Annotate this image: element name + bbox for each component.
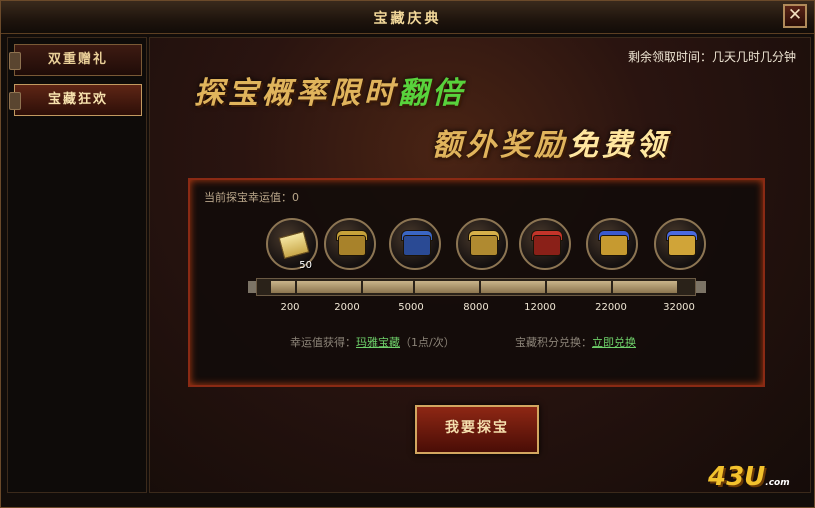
- blue-gold-chest-body: [668, 235, 696, 256]
- sidebar-item-treasure-carnival[interactable]: 宝藏狂欢: [9, 84, 142, 116]
- milestone-label: 5000: [398, 302, 424, 313]
- sidebar-item-double-gift[interactable]: 双重赠礼: [9, 44, 142, 76]
- title-bar: 宝藏庆典 ✕: [1, 1, 814, 34]
- progress-segment: [547, 281, 613, 293]
- luck-gain-info: 幸运值获得：玛雅宝藏（1点/次）: [290, 334, 455, 350]
- slogan-highlight: 免费领: [568, 128, 670, 163]
- tab-knob-icon: [9, 92, 21, 110]
- slogan-text: 探宝概率限时: [194, 76, 398, 111]
- slogan-line-1: 探宝概率限时翻倍: [194, 68, 466, 112]
- progress-bar-cap-right: [696, 281, 706, 293]
- reward-chests: 50: [262, 218, 712, 278]
- reward-chest-2[interactable]: [324, 218, 376, 270]
- main-content: 剩余领取时间：几天几时几分钟 探宝概率限时翻倍 额外奖励免费领 当前探宝幸运值：…: [149, 37, 811, 493]
- milestone-label: 8000: [463, 302, 489, 313]
- progress-segment: [481, 281, 547, 293]
- progress-segment: [613, 281, 679, 293]
- red-chest-body: [533, 235, 561, 256]
- points-exchange-info: 宝藏积分兑换：立即兑换: [515, 334, 636, 350]
- maya-treasure-link[interactable]: 玛雅宝藏: [356, 336, 400, 349]
- gold-chest-body: [338, 235, 366, 256]
- slogan-highlight: 翻倍: [398, 76, 466, 111]
- remaining-time: 剩余领取时间：几天几时几分钟: [627, 50, 796, 64]
- logo-suffix: .com: [765, 478, 790, 488]
- sidebar-item-label: 宝藏狂欢: [47, 92, 108, 107]
- luck-progress-bar: [256, 278, 696, 296]
- sidebar: 双重赠礼 宝藏狂欢: [7, 37, 147, 493]
- milestone-label: 32000: [663, 302, 695, 313]
- close-button[interactable]: ✕: [783, 4, 807, 28]
- luck-gain-rate: （1点/次）: [400, 336, 455, 349]
- reward-chest-4[interactable]: [456, 218, 508, 270]
- milestone-label: 12000: [524, 302, 556, 313]
- milestone-labels: 200 2000 5000 8000 12000 22000 32000: [190, 302, 767, 316]
- treasure-panel: 当前探宝幸运值：0 50 200 2000 5000 8000 12000 22…: [188, 178, 765, 387]
- tab-knob-icon: [9, 52, 21, 70]
- progress-segment: [363, 281, 415, 293]
- window-title: 宝藏庆典: [373, 11, 442, 27]
- progress-segment: [415, 281, 481, 293]
- logo-text: 43U: [708, 462, 766, 492]
- reward-chest-5[interactable]: [519, 218, 571, 270]
- milestone-label: 200: [280, 302, 300, 313]
- current-luck-value: 当前探宝幸运值：0: [204, 191, 299, 204]
- exchange-now-link[interactable]: 立即兑换: [592, 336, 636, 349]
- reward-count: 50: [299, 260, 312, 271]
- reward-chest-6[interactable]: [586, 218, 638, 270]
- explore-treasure-button[interactable]: 我要探宝: [415, 405, 539, 454]
- site-logo: 43U.com: [708, 462, 790, 492]
- reward-chest-3[interactable]: [389, 218, 441, 270]
- dialog-window: 宝藏庆典 ✕ 双重赠礼 宝藏狂欢 剩余领取时间：几天几时几分钟 探宝概率限时翻倍…: [0, 0, 815, 508]
- slogan-text: 额外奖励: [432, 128, 568, 163]
- reward-chest-1[interactable]: 50: [266, 218, 318, 271]
- scroll-icon: [278, 231, 310, 259]
- luck-gain-label: 幸运值获得：: [290, 336, 356, 349]
- blue-chest-body: [403, 235, 431, 256]
- gold-chest-body: [470, 235, 498, 256]
- close-icon: ✕: [787, 5, 803, 25]
- milestone-label: 22000: [595, 302, 627, 313]
- exchange-label: 宝藏积分兑换：: [515, 336, 592, 349]
- slogan-line-2: 额外奖励免费领: [432, 120, 670, 164]
- milestone-label: 2000: [334, 302, 360, 313]
- progress-segment: [297, 281, 363, 293]
- progress-segment: [271, 281, 297, 293]
- sidebar-item-label: 双重赠礼: [47, 52, 108, 67]
- reward-chest-7[interactable]: [654, 218, 706, 270]
- blue-gold-chest-body: [600, 235, 628, 256]
